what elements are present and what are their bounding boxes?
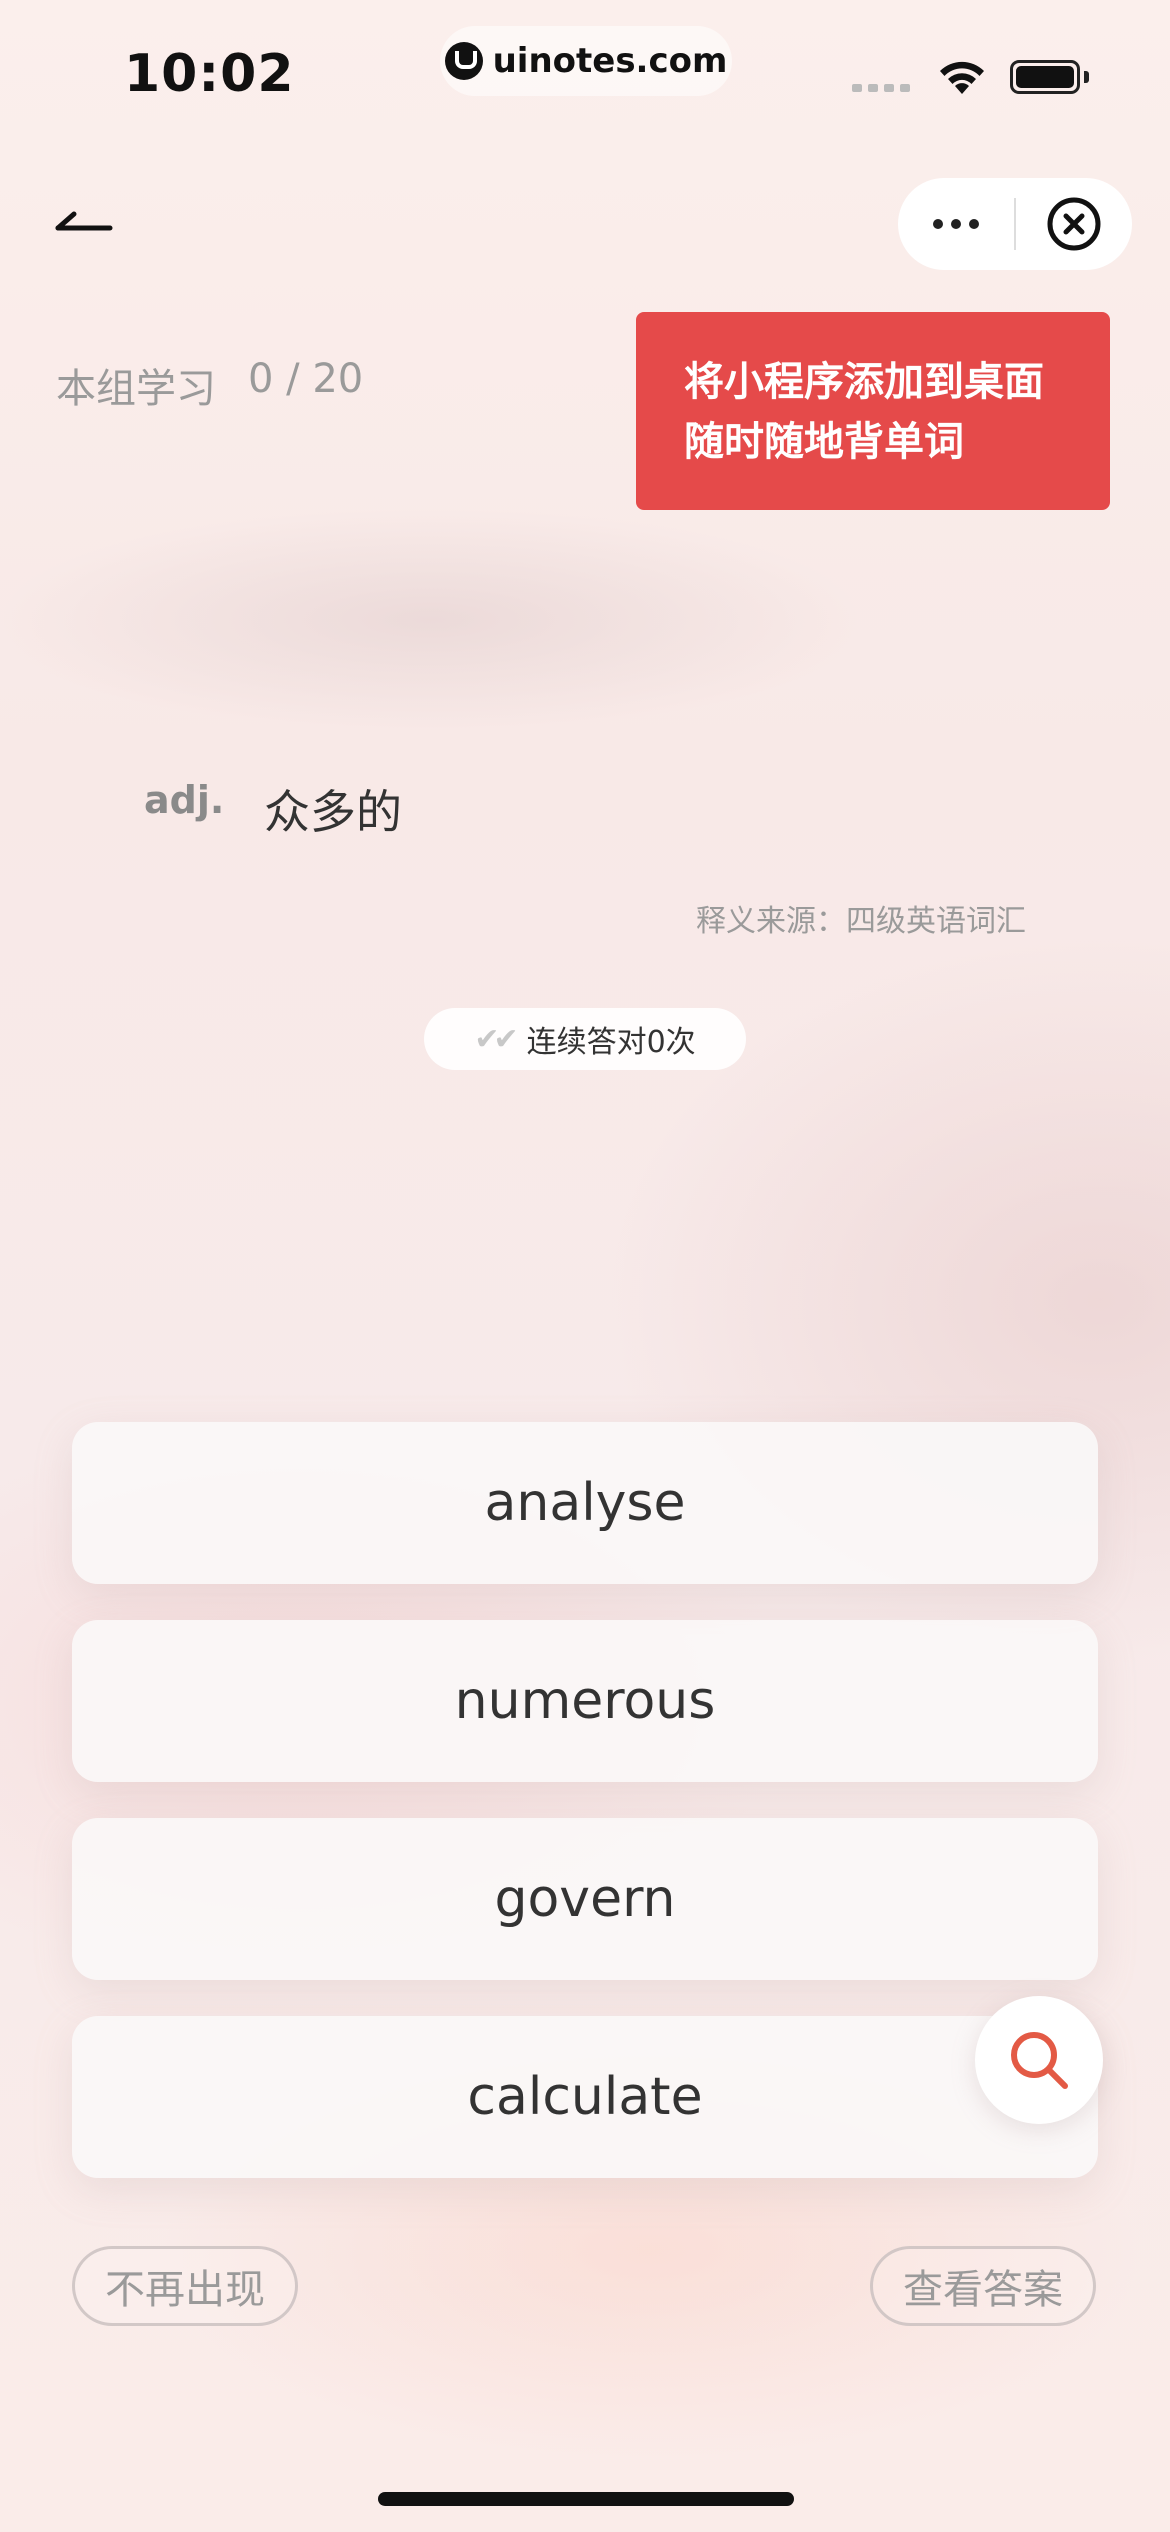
cellular-signal-icon: [852, 84, 910, 92]
close-circle-icon[interactable]: [1016, 178, 1132, 270]
battery-icon: [1010, 60, 1080, 94]
status-time: 10:02: [124, 44, 295, 104]
add-to-desktop-banner[interactable]: 将小程序添加到桌面 随时随地背单词: [636, 312, 1110, 510]
word-meaning: 众多的: [264, 785, 402, 839]
answer-option[interactable]: numerous: [72, 1620, 1098, 1782]
search-button[interactable]: [975, 1996, 1103, 2124]
wifi-icon: [940, 61, 984, 94]
streak-text: 连续答对0次: [526, 1025, 696, 1060]
check-icon: ✔✔: [474, 1021, 518, 1057]
progress-label: 本组学习: [56, 366, 216, 412]
back-arrow-icon[interactable]: [50, 190, 120, 250]
url-text: uinotes.com: [492, 41, 728, 81]
url-pill: uinotes.com: [440, 26, 732, 96]
answer-option[interactable]: govern: [72, 1818, 1098, 1980]
definition-source: 释义来源：四级英语词汇: [696, 904, 1026, 939]
mini-program-capsule: [898, 178, 1132, 270]
more-dots-icon[interactable]: [898, 178, 1014, 270]
battery-tip: [1084, 71, 1089, 83]
banner-line-2: 随时随地背单词: [684, 419, 964, 465]
show-answer-button[interactable]: 查看答案: [870, 2246, 1096, 2326]
streak-badge: ✔✔ 连续答对0次: [424, 1008, 746, 1070]
part-of-speech: adj.: [144, 778, 225, 822]
home-indicator: [378, 2492, 794, 2506]
site-logo-icon: [444, 42, 483, 80]
banner-line-1: 将小程序添加到桌面: [684, 359, 1044, 405]
search-icon: [1011, 2032, 1068, 2089]
answer-option[interactable]: calculate: [72, 2016, 1098, 2178]
answer-option[interactable]: analyse: [72, 1422, 1098, 1584]
hide-word-button[interactable]: 不再出现: [72, 2246, 298, 2326]
progress-count: 0 / 20: [248, 356, 364, 402]
